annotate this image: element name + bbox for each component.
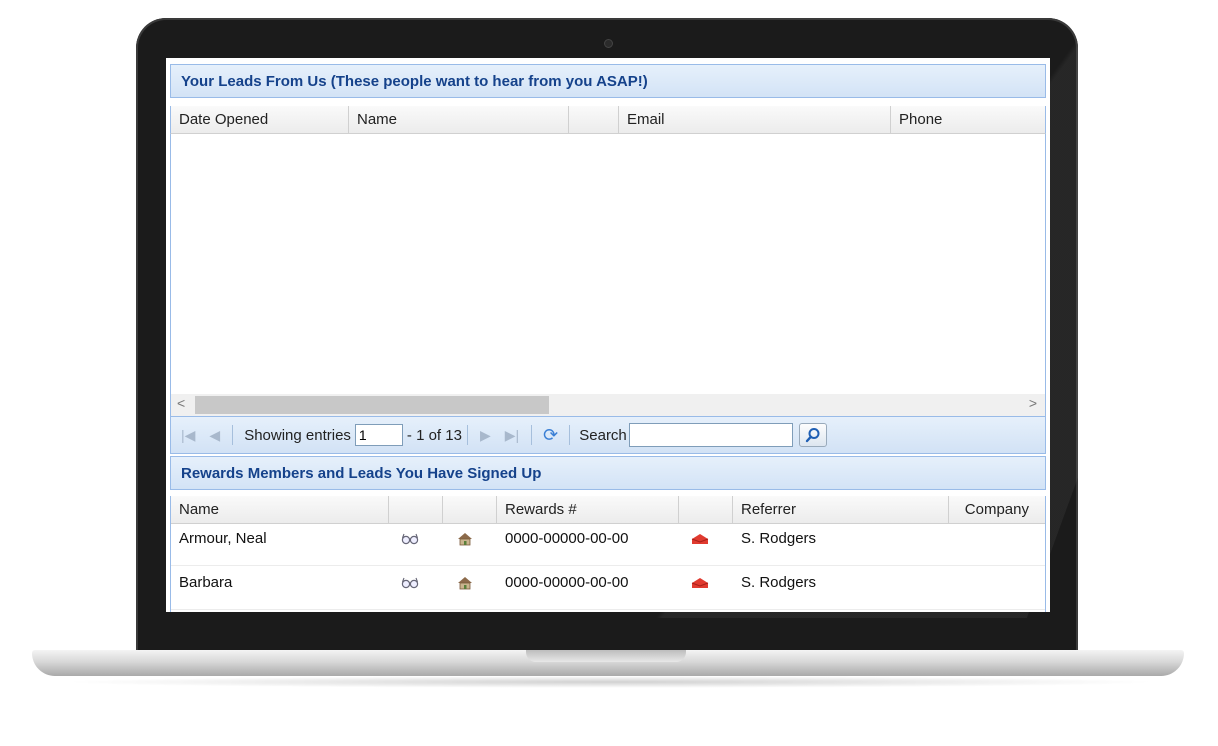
- laptop-shadow: [60, 676, 1160, 688]
- col-home[interactable]: [443, 496, 497, 523]
- search-label: Search: [579, 426, 627, 444]
- col-company[interactable]: Company: [949, 496, 1047, 523]
- col-view[interactable]: [389, 496, 443, 523]
- col-phone[interactable]: Phone: [891, 106, 1047, 133]
- refresh-icon[interactable]: ⟳: [543, 425, 558, 446]
- member-name: Armour, Neal: [179, 530, 267, 547]
- separator: [232, 425, 234, 445]
- red-mail-icon[interactable]: [691, 576, 709, 593]
- col-contact[interactable]: [679, 496, 733, 523]
- rewards-number: 0000-00000-00-00: [505, 530, 629, 547]
- red-mail-icon[interactable]: [691, 532, 709, 549]
- magnifier-icon: [805, 428, 820, 443]
- house-icon[interactable]: [457, 532, 473, 550]
- next-page-icon[interactable]: ▶: [480, 427, 491, 444]
- glasses-icon[interactable]: [401, 532, 419, 550]
- separator: [531, 425, 533, 445]
- members-grid-body: Armour, Neal 0000-00000-00-00 S. Rodgers…: [170, 522, 1046, 612]
- horizontal-scrollbar[interactable]: < >: [170, 394, 1046, 416]
- rewards-number: 0000-00000-00-00: [505, 574, 629, 591]
- table-row[interactable]: Armour, Neal 0000-00000-00-00 S. Rodgers: [171, 522, 1045, 566]
- laptop-notch: [526, 650, 686, 662]
- col-name[interactable]: Name: [349, 106, 569, 133]
- leads-panel-title: Your Leads From Us (These people want to…: [170, 64, 1046, 98]
- table-row[interactable]: Barbara 0000-00000-00-00 S. Rodgers: [171, 566, 1045, 610]
- house-icon[interactable]: [457, 576, 473, 594]
- referrer-name: S. Rodgers: [741, 530, 817, 547]
- camera-dot: [604, 39, 613, 48]
- col-blank[interactable]: [569, 106, 619, 133]
- scroll-left-icon[interactable]: <: [177, 395, 185, 411]
- col-date-opened[interactable]: Date Opened: [171, 106, 349, 133]
- separator: [466, 425, 468, 445]
- first-page-icon[interactable]: |◀: [181, 427, 195, 444]
- prev-page-icon[interactable]: ◀: [209, 427, 220, 444]
- members-panel-title: Rewards Members and Leads You Have Signe…: [170, 456, 1046, 490]
- member-name: Barbara: [179, 574, 233, 591]
- search-input[interactable]: [628, 423, 793, 447]
- col-email[interactable]: Email: [619, 106, 891, 133]
- col-member-name[interactable]: Name: [171, 496, 389, 523]
- page-number-input[interactable]: [354, 424, 403, 446]
- leads-grid-body: [170, 134, 1046, 394]
- leads-column-header: Date Opened Name Email Phone: [170, 106, 1046, 134]
- col-referrer[interactable]: Referrer: [733, 496, 949, 523]
- app-screen: Your Leads From Us (These people want to…: [166, 58, 1050, 612]
- separator: [569, 425, 571, 445]
- search-button[interactable]: [798, 423, 827, 447]
- referrer-name: S. Rodgers: [741, 574, 817, 591]
- paging-toolbar: |◀ ◀ Showing entries - 1 of 13 ▶ ▶| ⟳ Se…: [170, 416, 1046, 454]
- last-page-icon[interactable]: ▶|: [505, 427, 519, 444]
- glasses-icon[interactable]: [401, 576, 419, 594]
- col-rewards-number[interactable]: Rewards #: [497, 496, 679, 523]
- showing-entries-label: Showing entries: [244, 426, 351, 444]
- scrollbar-thumb[interactable]: [195, 396, 549, 414]
- scroll-right-icon[interactable]: >: [1029, 395, 1037, 411]
- page-total-label: - 1 of 13: [406, 426, 462, 444]
- members-column-header: Name Rewards # Referrer Company: [170, 496, 1046, 524]
